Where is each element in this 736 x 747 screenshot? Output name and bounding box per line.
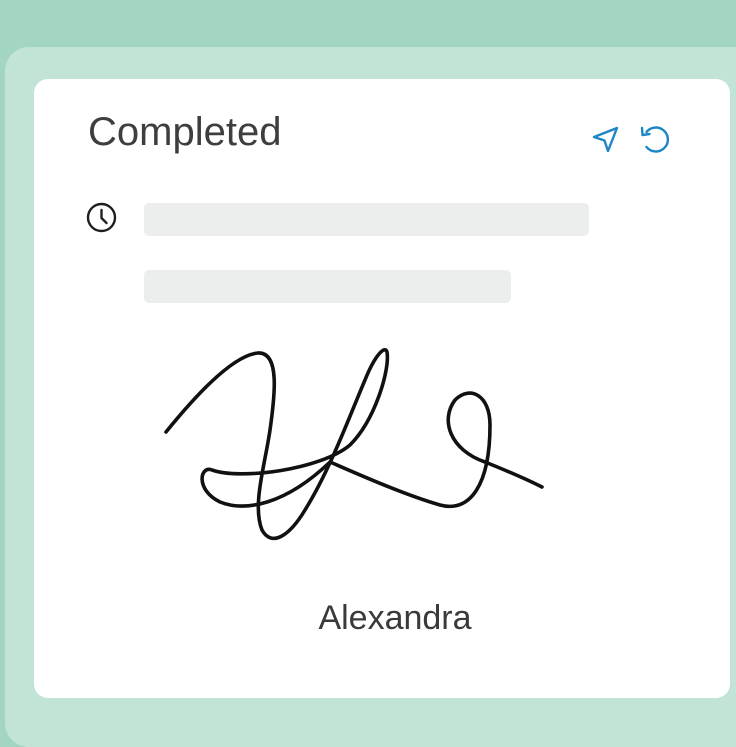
undo-button[interactable] <box>637 121 673 157</box>
send-icon <box>592 126 619 153</box>
placeholder-line <box>144 203 589 236</box>
undo-icon <box>640 126 669 153</box>
signer-name: Alexandra <box>318 599 472 637</box>
send-button[interactable] <box>587 122 623 158</box>
clock-icon <box>86 202 117 233</box>
placeholder-line <box>144 270 511 303</box>
card-title: Completed <box>88 110 282 154</box>
signature-image <box>164 348 544 541</box>
